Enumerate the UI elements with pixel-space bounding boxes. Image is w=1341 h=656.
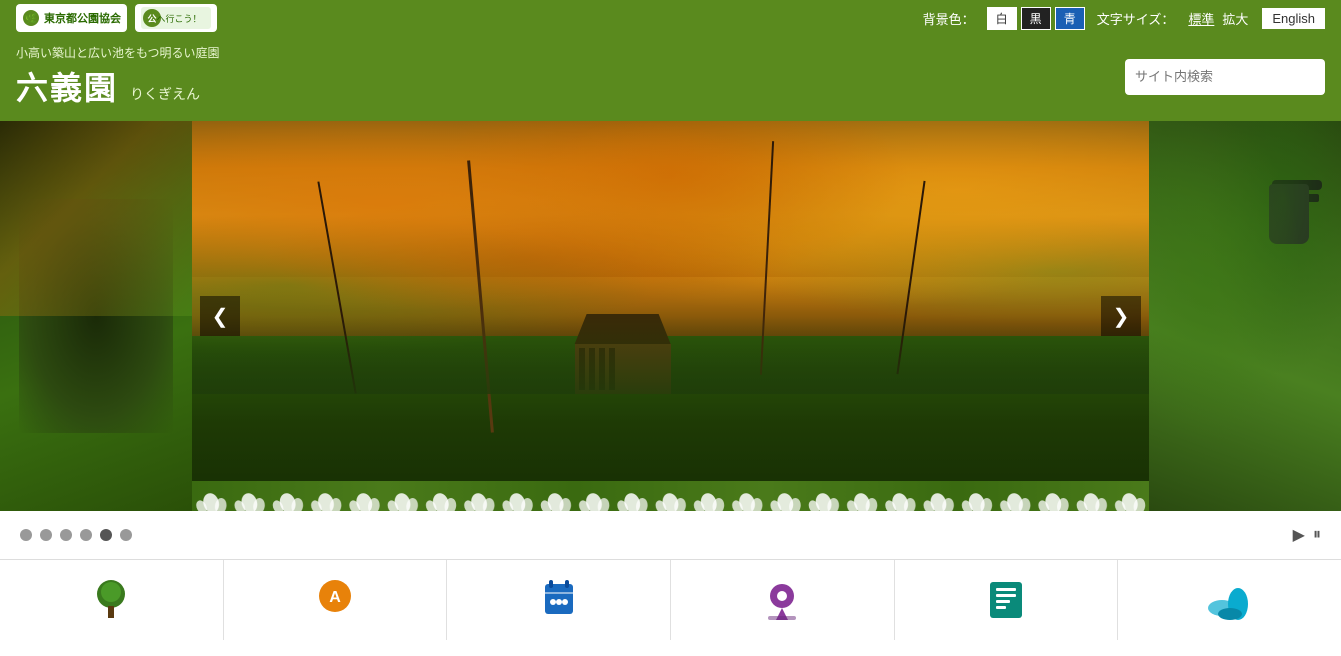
carousel-right-panel — [1149, 121, 1341, 511]
font-standard-button[interactable]: 標準 — [1186, 9, 1216, 28]
search-button[interactable] — [1321, 68, 1325, 86]
header-main: 小高い築山と広い池をもつ明るい庭園 六義園 りくぎえん — [0, 36, 1341, 121]
search-input[interactable] — [1125, 69, 1321, 84]
font-size-buttons: 標準 拡大 — [1186, 9, 1250, 28]
carousel-controls: ▶ ⏸ — [0, 511, 1341, 559]
nav-item-about[interactable] — [0, 560, 224, 640]
bg-black-button[interactable]: 黒 — [1021, 7, 1051, 30]
carousel: ❮ ❯ — [0, 121, 1341, 511]
leaf-border — [192, 481, 1149, 511]
carousel-prev-button[interactable]: ❮ — [200, 296, 240, 336]
nav-item-access[interactable]: A — [224, 560, 448, 640]
svg-text:🌿: 🌿 — [25, 12, 37, 25]
nav-item-events[interactable] — [447, 560, 671, 640]
header-top-bar: 🌿 東京都公園協会 公 へ行こう！ 背景色： 白 黒 青 文字サイズ： 標準 拡… — [0, 0, 1341, 36]
events-icon — [535, 576, 583, 624]
english-button[interactable]: English — [1262, 8, 1325, 29]
logo-area: 🌿 東京都公園協会 公 へ行こう！ — [16, 4, 217, 32]
bg-blue-button[interactable]: 青 — [1055, 7, 1085, 30]
font-large-button[interactable]: 拡大 — [1220, 9, 1250, 28]
map-icon — [758, 576, 806, 624]
tpa-label: 東京都公園協会 — [44, 10, 121, 26]
carousel-dot-2[interactable] — [60, 529, 72, 541]
site-title-reading: りくぎえん — [130, 84, 200, 104]
nav-item-map[interactable] — [671, 560, 895, 640]
font-size-label: 文字サイズ： — [1097, 9, 1175, 28]
nav-item-info[interactable] — [895, 560, 1119, 640]
gallery-icon — [1206, 576, 1254, 624]
site-title-main: 六義園 — [16, 63, 118, 109]
search-area — [1125, 59, 1325, 95]
site-subtitle: 小高い築山と広い池をもつ明るい庭園 — [16, 44, 220, 61]
tpa-logo[interactable]: 🌿 東京都公園協会 — [16, 4, 127, 32]
bg-color-label: 背景色： — [923, 9, 975, 28]
carousel-dot-5[interactable] — [120, 529, 132, 541]
info-icon — [982, 576, 1030, 624]
site-title: 六義園 りくぎえん — [16, 63, 220, 109]
tree-icon — [87, 576, 135, 624]
bg-white-button[interactable]: 白 — [987, 7, 1017, 30]
carousel-dot-1[interactable] — [40, 529, 52, 541]
playback-controls: ▶ ⏸ — [1293, 525, 1321, 545]
carousel-pause-button[interactable]: ⏸ — [1313, 525, 1321, 545]
carousel-next-button[interactable]: ❯ — [1101, 296, 1141, 336]
carousel-play-button[interactable]: ▶ — [1293, 525, 1305, 545]
icon-navigation: A — [0, 559, 1341, 640]
carousel-center — [192, 121, 1149, 511]
carousel-dot-4[interactable] — [100, 529, 112, 541]
site-title-area: 小高い築山と広い池をもつ明るい庭園 六義園 りくぎえん — [16, 44, 220, 109]
svg-text:A: A — [329, 589, 341, 606]
svg-text:公: 公 — [147, 14, 156, 24]
carousel-dot-3[interactable] — [80, 529, 92, 541]
carousel-left-panel — [0, 121, 192, 511]
carousel-dots — [20, 529, 132, 541]
svg-text:へ行こう！: へ行こう！ — [156, 13, 201, 24]
access-icon: A — [311, 576, 359, 624]
kouai-logo[interactable]: 公 へ行こう！ — [135, 4, 217, 32]
controls-area: 背景色： 白 黒 青 文字サイズ： 標準 拡大 English — [923, 7, 1325, 30]
nav-item-gallery[interactable] — [1118, 560, 1341, 640]
carousel-dot-0[interactable] — [20, 529, 32, 541]
bg-color-buttons: 白 黒 青 — [987, 7, 1085, 30]
